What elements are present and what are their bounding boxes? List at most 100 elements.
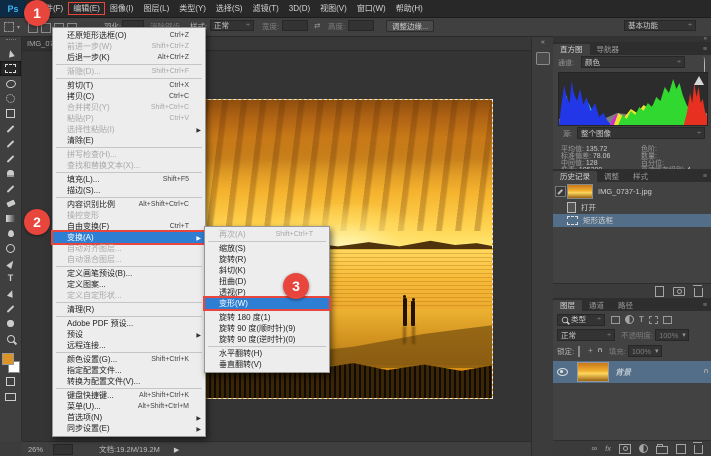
menu-item[interactable]: 转换为配置文件(V)... <box>53 376 205 387</box>
width-input[interactable] <box>282 20 308 31</box>
expand-dock-icon[interactable]: « <box>532 39 554 46</box>
panel-menu-icon[interactable]: ≡ <box>703 301 707 311</box>
menubar-item[interactable]: 类型(Y) <box>174 2 211 15</box>
history-snapshot-row[interactable]: IMG_0737-1.jpg <box>553 184 711 199</box>
delete-state-icon[interactable] <box>694 288 703 297</box>
menu-item[interactable]: 首选项(N)▶ <box>53 412 205 423</box>
delete-layer-icon[interactable] <box>694 445 703 454</box>
menubar-item[interactable]: 选择(S) <box>211 2 248 15</box>
menubar-item[interactable]: 图像(I) <box>105 2 139 15</box>
menu-item[interactable]: 旋转 180 度(1) <box>205 312 329 323</box>
tool-preset-icon[interactable]: ▾ <box>4 22 20 32</box>
hand-tool-icon[interactable] <box>0 316 21 331</box>
menu-item[interactable]: 斜切(K) <box>205 265 329 276</box>
menu-item[interactable]: 缩放(S) <box>205 243 329 254</box>
lock-position-icon[interactable]: + <box>588 347 593 355</box>
status-options-arrow-icon[interactable]: ▶ <box>174 446 179 454</box>
quick-mask-button[interactable] <box>0 374 21 389</box>
status-field[interactable] <box>53 444 73 455</box>
tab-layers[interactable]: 图层 <box>553 300 582 311</box>
blur-tool-icon[interactable] <box>0 226 21 241</box>
menubar-item[interactable]: 编辑(E) <box>68 2 105 15</box>
history-brush-source-icon[interactable] <box>553 186 567 197</box>
filter-smart-objects-icon[interactable] <box>663 316 672 324</box>
new-document-from-state-icon[interactable] <box>655 286 664 297</box>
menu-item[interactable]: 透视(P) <box>205 287 329 298</box>
history-brush-tool-icon[interactable] <box>0 181 21 196</box>
layer-visibility-toggle[interactable] <box>553 368 571 376</box>
menu-item[interactable]: 远程连接... <box>53 340 205 351</box>
menu-item[interactable]: 垂直翻转(V) <box>205 359 329 370</box>
new-layer-icon[interactable] <box>676 444 686 454</box>
menu-item[interactable]: 自由变换(F)Ctrl+T <box>53 221 205 232</box>
menu-item[interactable]: Adobe PDF 预设... <box>53 318 205 329</box>
layer-row-background[interactable]: 背景 <box>553 361 711 383</box>
path-selection-tool-icon[interactable] <box>0 286 21 301</box>
swap-dimensions-icon[interactable]: ⇄ <box>314 21 320 30</box>
tab-channels[interactable]: 通道 <box>582 300 611 311</box>
type-tool-icon[interactable]: T <box>0 271 21 286</box>
zoom-tool-icon[interactable] <box>0 331 21 346</box>
menu-item[interactable]: 清除(E) <box>53 135 205 146</box>
tab-histogram[interactable]: 直方图 <box>553 44 590 55</box>
layer-filter-type-icons[interactable]: T <box>611 315 672 324</box>
menu-item[interactable]: 菜单(U)...Alt+Shift+Ctrl+M <box>53 401 205 412</box>
menu-item[interactable]: 描边(S)... <box>53 185 205 196</box>
menubar-item[interactable]: 滤镜(T) <box>248 2 284 15</box>
menu-item[interactable]: 旋转 90 度(逆时针)(0) <box>205 334 329 345</box>
brush-tool-icon[interactable] <box>0 151 21 166</box>
menu-item[interactable]: 定义图案... <box>53 279 205 290</box>
panel-grip[interactable] <box>6 39 16 42</box>
menu-item[interactable]: 指定配置文件... <box>53 365 205 376</box>
blend-mode-dropdown[interactable]: 正常÷ <box>557 329 615 341</box>
filter-adjustment-layers-icon[interactable] <box>625 315 634 324</box>
menu-item[interactable]: 填充(L)...Shift+F5 <box>53 174 205 185</box>
tab-history[interactable]: 历史记录 <box>553 171 597 182</box>
refine-edge-button[interactable]: 调整边缘... <box>386 20 434 32</box>
menu-item[interactable]: 拷贝(C)Ctrl+C <box>53 91 205 102</box>
menubar-item[interactable]: 视图(V) <box>315 2 352 15</box>
healing-brush-tool-icon[interactable] <box>0 136 21 151</box>
add-layer-mask-icon[interactable] <box>619 444 631 454</box>
menubar-item[interactable]: 图层(L) <box>138 2 174 15</box>
menubar-item[interactable]: 3D(D) <box>284 3 315 14</box>
move-tool-icon[interactable] <box>0 46 21 61</box>
foreground-color-swatch[interactable] <box>2 353 14 365</box>
collapsed-panel-icon[interactable] <box>536 52 550 65</box>
filter-pixel-layers-icon[interactable] <box>611 316 620 324</box>
menubar-item[interactable]: 窗口(W) <box>352 2 391 15</box>
filter-shape-layers-icon[interactable] <box>649 316 658 324</box>
fill-dropdown[interactable]: 100%▾ <box>628 345 662 357</box>
lock-transparency-icon[interactable] <box>578 347 580 356</box>
line-tool-icon[interactable] <box>0 301 21 316</box>
new-snapshot-icon[interactable] <box>673 287 685 296</box>
crop-tool-icon[interactable] <box>0 106 21 121</box>
panel-menu-icon[interactable]: ≡ <box>703 172 707 182</box>
channel-dropdown[interactable]: 颜色÷ <box>581 56 685 68</box>
menu-item[interactable]: 键盘快捷键...Alt+Shift+Ctrl+K <box>53 390 205 401</box>
filter-type-layers-icon[interactable]: T <box>639 316 644 324</box>
layer-style-icon[interactable]: fx <box>605 445 611 453</box>
menu-item[interactable]: 旋转(R) <box>205 254 329 265</box>
rectangular-marquee-tool-icon[interactable] <box>0 61 21 76</box>
layer-filter-dropdown[interactable]: 类型 ÷ <box>557 314 605 326</box>
lasso-tool-icon[interactable] <box>0 76 21 91</box>
menu-item[interactable]: 清理(R) <box>53 304 205 315</box>
panel-menu-icon[interactable]: ≡ <box>703 45 707 55</box>
menu-item[interactable]: 水平翻转(H) <box>205 348 329 359</box>
menu-item[interactable]: 还原矩形选框(O)Ctrl+Z <box>53 30 205 41</box>
new-adjustment-layer-icon[interactable] <box>639 444 648 453</box>
tab-styles[interactable]: 样式 <box>626 171 655 182</box>
height-input[interactable] <box>348 20 374 31</box>
menu-item[interactable]: 旋转 90 度(顺时针)(9) <box>205 323 329 334</box>
history-entry-rectangular-marquee[interactable]: 矩形选框 <box>553 214 711 227</box>
menu-item[interactable]: 变形(W) <box>205 298 329 309</box>
new-group-icon[interactable] <box>656 446 668 454</box>
menu-item[interactable]: 颜色设置(G)...Shift+Ctrl+K <box>53 354 205 365</box>
menu-item[interactable]: 同步设置(E)▶ <box>53 423 205 434</box>
opacity-dropdown[interactable]: 100%▾ <box>655 329 689 341</box>
menu-item[interactable]: 扭曲(D) <box>205 276 329 287</box>
cached-data-warning-icon[interactable] <box>694 76 704 85</box>
eyedropper-tool-icon[interactable] <box>0 121 21 136</box>
menu-item[interactable]: 剪切(T)Ctrl+X <box>53 80 205 91</box>
